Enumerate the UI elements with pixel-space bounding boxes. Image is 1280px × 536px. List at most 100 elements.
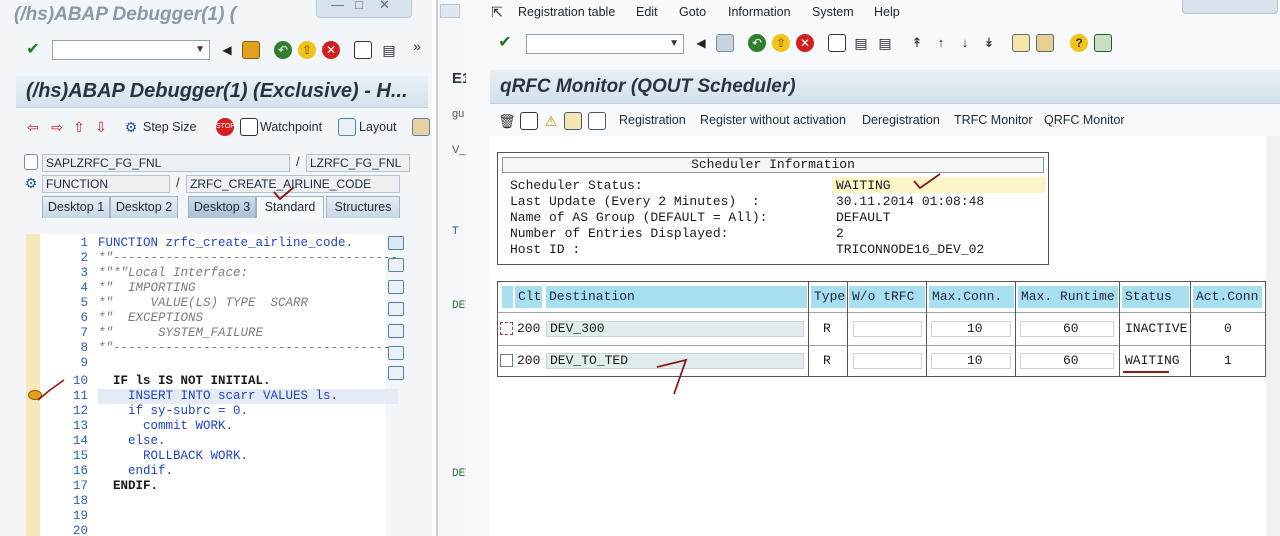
line-number: 18 [72, 494, 88, 508]
watchpoint-icon[interactable] [240, 118, 258, 136]
line-number: 7 [80, 326, 88, 340]
table-cell-destination[interactable]: DEV_TO_TED [550, 352, 628, 370]
row-select-checkbox[interactable] [500, 354, 513, 367]
maximize-view-icon[interactable] [388, 302, 404, 316]
line-number: 5 [80, 296, 88, 310]
column-header[interactable]: Type [811, 286, 847, 308]
row-select-checkbox[interactable] [500, 322, 513, 335]
menu-edit[interactable]: Edit [636, 5, 658, 19]
code-line: else. [98, 434, 166, 448]
return-icon[interactable]: ⇧ [70, 118, 88, 136]
print-icon[interactable] [828, 34, 846, 52]
last-page-icon[interactable]: ↡ [980, 34, 998, 52]
column-header[interactable]: Status [1122, 286, 1190, 308]
delete-icon[interactable]: 🗑 [498, 112, 516, 130]
register-without-activation-button[interactable]: Register without activation [700, 113, 846, 127]
deregistration-button[interactable]: Deregistration [862, 113, 940, 127]
chevron-down-icon[interactable]: ▼ [195, 44, 205, 55]
print-icon[interactable] [354, 41, 372, 59]
save-icon[interactable] [242, 41, 260, 59]
column-header[interactable]: Destination [546, 286, 808, 308]
previous-page-icon[interactable]: ↑ [932, 34, 950, 52]
cancel-icon[interactable]: ✕ [322, 41, 340, 59]
menu-icon[interactable]: ⇱ [488, 3, 506, 21]
new-session-icon[interactable] [1012, 34, 1030, 52]
menu-help[interactable]: Help [874, 5, 900, 19]
back-triangle-icon[interactable]: ◀ [692, 34, 710, 52]
swap-icon[interactable] [388, 280, 404, 294]
tab-desktop-1[interactable]: Desktop 1 [42, 196, 110, 218]
enter-icon[interactable]: ✔ [496, 34, 514, 52]
menu-system[interactable]: System [812, 5, 854, 19]
column-header[interactable]: Act.Conn [1193, 286, 1263, 308]
more-icon[interactable]: » [408, 37, 426, 55]
refresh-icon[interactable] [520, 112, 538, 130]
find-next-icon[interactable]: ▤ [876, 34, 894, 52]
column-header[interactable]: Max.Conn. [929, 286, 1015, 308]
chevron-down-icon[interactable]: ▼ [669, 38, 679, 49]
watchpoint-button[interactable]: Watchpoint [260, 120, 322, 134]
tree-icon[interactable] [388, 366, 404, 380]
tab-structures[interactable]: Structures [326, 196, 400, 218]
save-icon[interactable] [716, 34, 734, 52]
vertical-scrollbar[interactable] [1266, 136, 1280, 536]
tab-desktop-2[interactable]: Desktop 2 [110, 196, 178, 218]
window-controls[interactable] [1182, 0, 1278, 14]
alert-icon[interactable]: ⚠ [542, 112, 560, 130]
close-icon[interactable]: ✕ [379, 0, 390, 13]
settings-icon[interactable] [412, 118, 430, 136]
registration-button[interactable]: Registration [619, 113, 686, 127]
source-code-editor[interactable]: 1 FUNCTION zrfc_create_airline_code. 2 *… [26, 234, 398, 536]
close-view-icon[interactable] [388, 236, 404, 250]
command-field[interactable]: ▼ [526, 34, 684, 54]
execute-icon[interactable]: ⇨ [48, 118, 66, 136]
next-page-icon[interactable]: ↓ [956, 34, 974, 52]
enter-icon[interactable]: ✔ [24, 41, 42, 59]
minimize-icon[interactable]: — [331, 0, 344, 12]
list-icon[interactable] [564, 112, 582, 130]
single-step-icon[interactable]: ⇦ [24, 118, 42, 136]
command-field[interactable]: ▼ [52, 40, 210, 60]
code-line: ENDIF. [98, 479, 159, 493]
stop-icon[interactable]: STOP [216, 118, 235, 136]
layout-button[interactable]: Layout [359, 120, 397, 134]
qrfc-monitor-button[interactable]: QRFC Monitor [1044, 113, 1125, 127]
menu-goto[interactable]: Goto [679, 5, 706, 19]
tab-desktop-3[interactable]: Desktop 3 [188, 196, 256, 218]
back-icon[interactable]: ↶ [748, 34, 766, 52]
back-icon[interactable]: ↶ [274, 41, 292, 59]
back-triangle-icon[interactable]: ◀ [218, 41, 236, 59]
step-size-icon[interactable]: ⚙ [122, 118, 140, 136]
menu-registration-table[interactable]: Registration table [518, 5, 615, 19]
first-page-icon[interactable]: ↟ [908, 34, 926, 52]
shortcut-icon[interactable] [1036, 34, 1054, 52]
page-title: (/hs)ABAP Debugger(1) (Exclusive) - H... [26, 80, 408, 102]
menu-bar: ⇱ Registration table Edit Goto Informati… [466, 0, 1280, 26]
entries-displayed-value: 2 [836, 226, 844, 241]
trfc-monitor-button[interactable]: TRFC Monitor [954, 113, 1032, 127]
details-icon[interactable] [588, 112, 606, 130]
code-line: if sy-subrc = 0. [98, 404, 249, 418]
find-icon[interactable]: ▤ [852, 34, 870, 52]
layout-menu-icon[interactable] [1094, 34, 1112, 52]
window-controls[interactable]: — □ ✕ [316, 0, 412, 18]
step-size-button[interactable]: Step Size [143, 120, 197, 134]
layout-icon[interactable] [338, 118, 356, 136]
column-header[interactable]: Max. Runtime [1018, 286, 1119, 308]
exit-icon[interactable]: ⇧ [772, 34, 790, 52]
last-update-value: 30.11.2014 01:08:48 [836, 194, 985, 209]
resize-icon[interactable] [388, 324, 404, 338]
select-all-column[interactable] [502, 286, 514, 308]
new-tool-icon[interactable] [388, 258, 404, 272]
services-icon[interactable] [388, 346, 404, 360]
column-header[interactable]: Clt [515, 286, 543, 308]
find-icon[interactable]: ▤ [380, 41, 398, 59]
maximize-icon[interactable]: □ [355, 0, 363, 12]
exit-icon[interactable]: ⇧ [298, 41, 316, 59]
menu-information[interactable]: Information [728, 5, 791, 19]
table-cell-destination[interactable]: DEV_300 [550, 320, 605, 338]
cancel-icon[interactable]: ✕ [796, 34, 814, 52]
help-icon[interactable]: ? [1070, 34, 1088, 52]
column-header[interactable]: W/o tRFC [849, 286, 926, 308]
continue-icon[interactable]: ⇩ [92, 118, 110, 136]
